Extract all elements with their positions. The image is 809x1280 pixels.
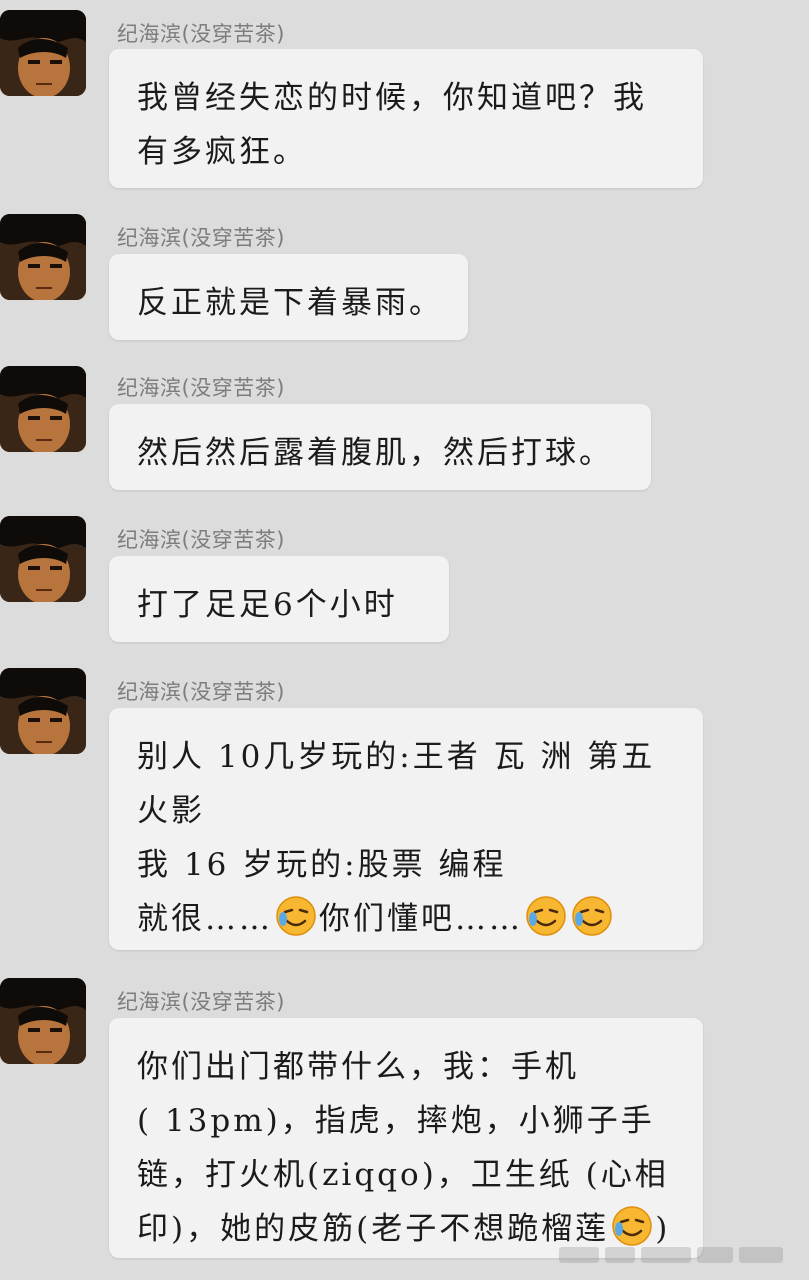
crying-laughing-emoji-icon — [571, 895, 613, 937]
message-bubble[interactable]: 打了足足6个小时 — [109, 556, 449, 642]
message-line: 火影 — [137, 793, 205, 829]
crying-laughing-emoji-icon — [275, 895, 317, 937]
message-text: ) — [655, 1211, 671, 1247]
message-line: 反正就是下着暴雨。 — [137, 285, 443, 321]
message-line: 打了足足6个小时 — [137, 587, 398, 623]
message-bubble[interactable]: 然后然后露着腹肌，然后打球。 — [109, 404, 651, 490]
message-line: 我曾经失恋的时候，你知道吧？我 — [137, 80, 647, 116]
message-text: 你们懂吧…… — [319, 901, 523, 937]
message-bubble[interactable]: 你们出门都带什么，我：手机 ( 13pm)，指虎，摔炮，小狮子手 链，打火机(z… — [109, 1018, 703, 1258]
message-bubble[interactable]: 反正就是下着暴雨。 — [109, 254, 468, 340]
sender-name: 纪海滨(没穿苦茶) — [117, 990, 285, 1014]
message-text: 就很…… — [137, 901, 273, 937]
message-line: 有多疯狂。 — [137, 134, 307, 170]
avatar[interactable] — [0, 516, 86, 602]
message-line-with-emoji: 就很…… 你们懂吧…… — [137, 892, 675, 946]
avatar[interactable] — [0, 366, 86, 452]
message-line: 你们出门都带什么，我：手机 — [137, 1049, 579, 1085]
avatar[interactable] — [0, 10, 86, 96]
message-line: 别人 10几岁玩的:王者 瓦 洲 第五 — [137, 739, 656, 775]
message-line: ( 13pm)，指虎，摔炮，小狮子手 — [137, 1103, 655, 1139]
sender-name: 纪海滨(没穿苦茶) — [117, 22, 285, 46]
sender-name: 纪海滨(没穿苦茶) — [117, 226, 285, 250]
sender-name: 纪海滨(没穿苦茶) — [117, 680, 285, 704]
crying-laughing-emoji-icon — [525, 895, 567, 937]
message-line: 然后然后露着腹肌，然后打球。 — [137, 435, 613, 471]
avatar[interactable] — [0, 668, 86, 754]
sender-name: 纪海滨(没穿苦茶) — [117, 376, 285, 400]
avatar[interactable] — [0, 978, 86, 1064]
message-bubble[interactable]: 我曾经失恋的时候，你知道吧？我 有多疯狂。 — [109, 49, 703, 188]
watermark — [559, 1244, 789, 1266]
message-line: 我 16 岁玩的:股票 编程 — [137, 847, 507, 883]
sender-name: 纪海滨(没穿苦茶) — [117, 528, 285, 552]
crying-laughing-emoji-icon — [611, 1205, 653, 1247]
message-bubble[interactable]: 别人 10几岁玩的:王者 瓦 洲 第五 火影 我 16 岁玩的:股票 编程 就很… — [109, 708, 703, 950]
message-line: 链，打火机(ziqqo)，卫生纸 (心相 — [137, 1157, 669, 1193]
avatar[interactable] — [0, 214, 86, 300]
message-text: 印)，她的皮筋(老子不想跪榴莲 — [137, 1211, 610, 1247]
